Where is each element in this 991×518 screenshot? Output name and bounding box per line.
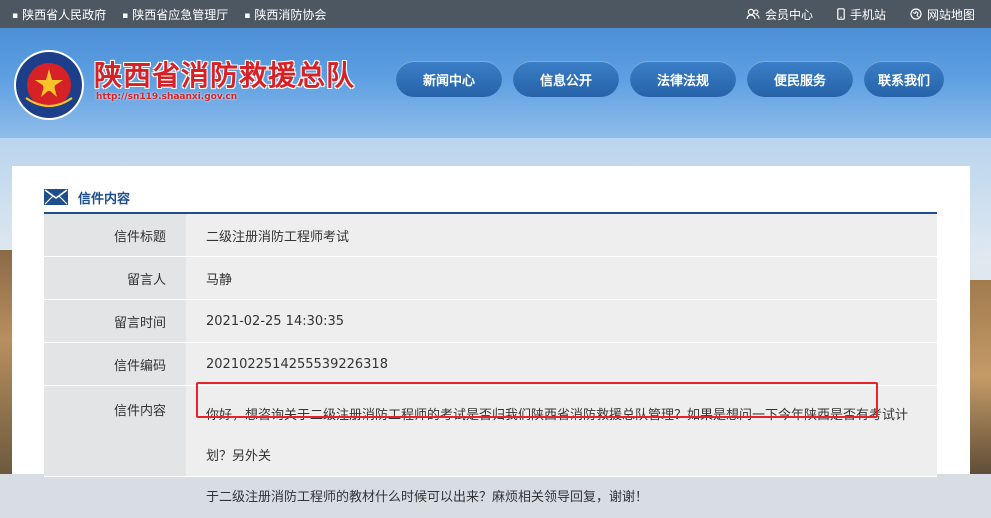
value-code: 20210225142555392263​18 [186,343,937,385]
letter-details-table: 信件标题 二级注册消防工程师考试 留言人 马静 留言时间 2021-02-25 … [44,214,937,505]
site-url: http://sn119.shaanxi.gov.cn [96,92,238,102]
label-author: 留言人 [44,257,186,299]
external-links: 陕西省人民政府 陕西省应急管理厅 陕西消防协会 [12,0,342,28]
site-title[interactable]: 陕西省消防救援总队 [94,54,355,94]
mobile-site-link[interactable]: 手机站 [837,6,886,23]
site-header: 陕西省消防救援总队 http://sn119.shaanxi.gov.cn 新闻… [0,28,991,138]
user-icon [746,8,760,20]
nav-public-services[interactable]: 便民服务 [747,61,853,97]
mobile-site-label: 手机站 [849,7,886,22]
label-code: 信件编码 [44,343,186,385]
nav-news[interactable]: 新闻中心 [396,61,502,97]
value-letter-title: 二级注册消防工程师考试 [186,214,937,256]
value-author: 马静 [186,257,937,299]
nav-contact[interactable]: 联系我们 [864,61,944,97]
link-fire-association[interactable]: 陕西消防协会 [244,6,326,23]
section-title: 信件内容 [78,191,131,207]
member-center-link[interactable]: 会员中心 [746,6,813,23]
content-line-2: 于二级注册消防工程师的教材什么时候可以出来？麻烦相关领导回复，谢谢！ [206,490,649,505]
fire-rescue-emblem[interactable] [12,48,86,122]
nav-laws[interactable]: 法律法规 [630,61,736,97]
mobile-phone-icon [837,8,845,20]
letter-card: 信件内容 信件标题 二级注册消防工程师考试 留言人 马静 留言时间 2021-0… [12,166,970,505]
top-right-links: 会员中心 手机站 网站地图 [722,0,975,28]
table-row: 留言时间 2021-02-25 14:30:35 [44,300,937,343]
top-utility-bar: 陕西省人民政府 陕西省应急管理厅 陕西消防协会 会员中心 手机站 [0,0,991,28]
label-content: 信件内容 [44,386,186,476]
envelope-icon [44,189,68,205]
value-time: 2021-02-25 14:30:35 [186,300,937,342]
label-time: 留言时间 [44,300,186,342]
decorative-side-right [969,280,991,474]
main-nav: 新闻中心 信息公开 法律法规 便民服务 联系我们 [396,61,944,97]
table-row: 信件标题 二级注册消防工程师考试 [44,214,937,257]
section-header: 信件内容 [44,182,937,214]
link-shaanxi-government[interactable]: 陕西省人民政府 [12,6,106,23]
member-center-label: 会员中心 [764,7,813,22]
label-letter-title: 信件标题 [44,214,186,256]
sitemap-link[interactable]: 网站地图 [910,6,975,23]
link-emergency-management[interactable]: 陕西省应急管理厅 [122,6,228,23]
table-row: 留言人 马静 [44,257,937,300]
table-row: 信件编码 20210225142555392263​18 [44,343,937,386]
sitemap-label: 网站地图 [926,7,975,22]
globe-icon [910,8,922,20]
highlight-box [196,382,878,418]
nav-info-disclosure[interactable]: 信息公开 [513,61,619,97]
